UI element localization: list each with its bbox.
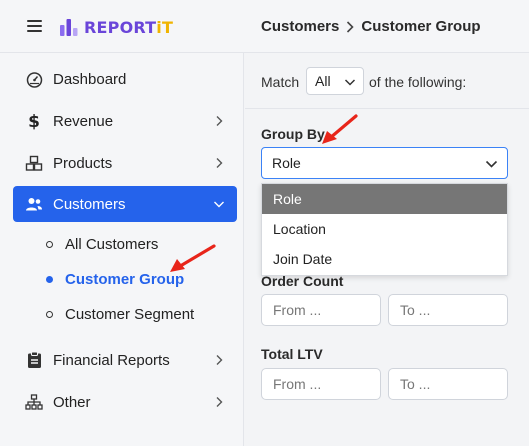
filter-panel: Match All of the following: Group By Rol…	[245, 53, 529, 446]
total-ltv-from-input[interactable]	[261, 368, 381, 400]
breadcrumb: Customers Customer Group	[261, 18, 481, 35]
match-mode-select[interactable]: All	[306, 67, 364, 95]
group-by-label: Group By	[261, 126, 325, 142]
annotation-arrow-icon	[170, 244, 216, 272]
sidebar-item-dashboard[interactable]: Dashboard	[13, 61, 237, 97]
boxes-icon	[25, 154, 43, 172]
chevron-right-icon	[216, 158, 223, 168]
annotation-arrow-icon	[322, 114, 358, 144]
match-suffix-text: of the following:	[369, 74, 467, 90]
sidebar-item-label: Customers	[53, 195, 126, 213]
group-by-dropdown: Role Location Join Date	[261, 183, 508, 276]
chevron-right-icon	[216, 355, 223, 365]
app-logo[interactable]: REPORTiT	[59, 16, 173, 38]
dropdown-option-join-date[interactable]: Join Date	[262, 244, 507, 274]
chevron-right-icon	[347, 20, 354, 33]
dropdown-option-role[interactable]: Role	[262, 184, 507, 214]
chevron-right-icon	[216, 116, 223, 126]
logo-text-it: iT	[156, 17, 174, 37]
total-ltv-label: Total LTV	[261, 346, 323, 362]
sitemap-icon	[25, 393, 43, 411]
scrollbar-edge[interactable]	[525, 109, 529, 139]
chevron-right-icon	[216, 397, 223, 407]
users-icon	[25, 195, 43, 213]
order-count-from-input[interactable]	[261, 294, 381, 326]
chevron-down-icon	[485, 160, 498, 168]
bullet-icon	[46, 311, 53, 318]
breadcrumb-customer-group: Customer Group	[361, 18, 481, 35]
sidebar-subitem-customer-segment[interactable]: Customer Segment	[46, 306, 194, 323]
order-count-to-input[interactable]	[388, 294, 508, 326]
dropdown-option-location[interactable]: Location	[262, 214, 507, 244]
total-ltv-to-input[interactable]	[388, 368, 508, 400]
sidebar-subitem-all-customers[interactable]: All Customers	[46, 236, 158, 253]
clipboard-icon	[25, 351, 43, 369]
bullet-active-icon	[46, 276, 53, 283]
bullet-icon	[46, 241, 53, 248]
sidebar-item-customers[interactable]: Customers	[13, 186, 237, 222]
hamburger-menu-icon[interactable]	[27, 20, 42, 33]
sidebar-item-label: Financial Reports	[53, 351, 170, 369]
sidebar-item-label: Other	[53, 393, 91, 411]
sidebar-subitem-customer-group[interactable]: Customer Group	[46, 271, 184, 288]
chevron-down-icon	[214, 201, 224, 208]
match-prefix-text: Match	[261, 74, 300, 90]
sidebar-item-label: Products	[53, 154, 113, 172]
sidebar-item-label: Revenue	[53, 112, 114, 130]
sidebar-subitem-label: Customer Segment	[65, 306, 195, 323]
svg-text:$: $	[28, 112, 40, 130]
top-header: REPORTiT Customers Customer Group	[0, 0, 529, 53]
sidebar-item-revenue[interactable]: $ Revenue	[13, 103, 237, 139]
sidebar-item-financial-reports[interactable]: Financial Reports	[13, 342, 237, 378]
gauge-icon	[25, 70, 43, 88]
logo-bars-icon	[60, 19, 78, 36]
breadcrumb-customers[interactable]: Customers	[261, 18, 339, 35]
dollar-icon: $	[25, 112, 43, 130]
sidebar-subitem-label: All Customers	[65, 236, 159, 253]
match-mode-value: All	[315, 73, 331, 89]
logo-text-report: REPORT	[84, 17, 157, 37]
sidebar-item-other[interactable]: Other	[13, 384, 237, 420]
sidebar-item-products[interactable]: Products	[13, 145, 237, 181]
sidebar-item-label: Dashboard	[53, 70, 127, 88]
group-by-value: Role	[272, 155, 301, 171]
chevron-down-icon	[344, 79, 356, 86]
app-root: REPORTiT Customers Customer Group Dashbo…	[0, 0, 529, 446]
group-by-select[interactable]: Role	[261, 147, 508, 179]
match-bar: Match All of the following:	[245, 53, 529, 109]
